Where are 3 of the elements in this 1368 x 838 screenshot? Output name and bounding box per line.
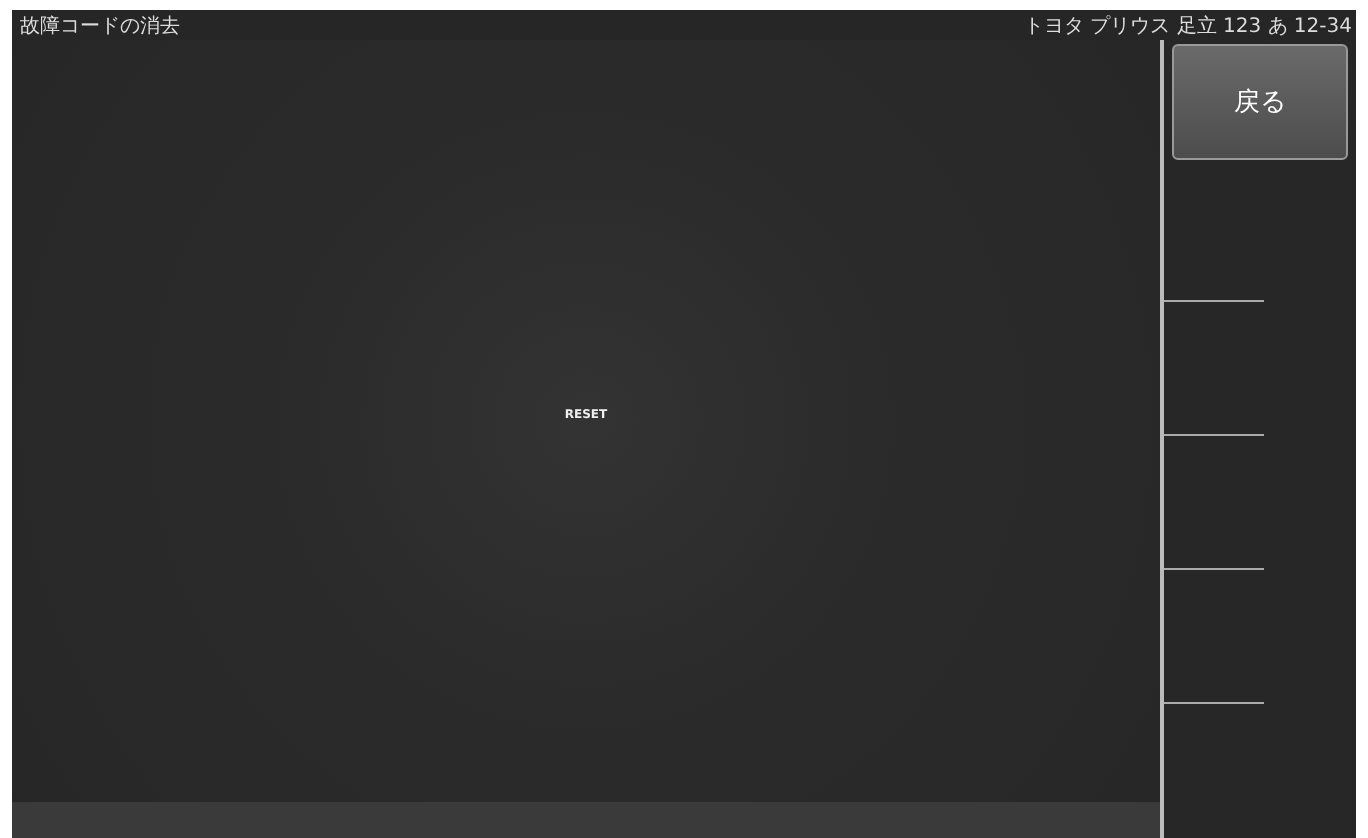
- screen-title: 故障コードの消去: [20, 13, 180, 39]
- back-button[interactable]: 戻る: [1172, 44, 1348, 160]
- vehicle-info: トヨタ プリウス 足立 123 あ 12-34: [1023, 13, 1352, 39]
